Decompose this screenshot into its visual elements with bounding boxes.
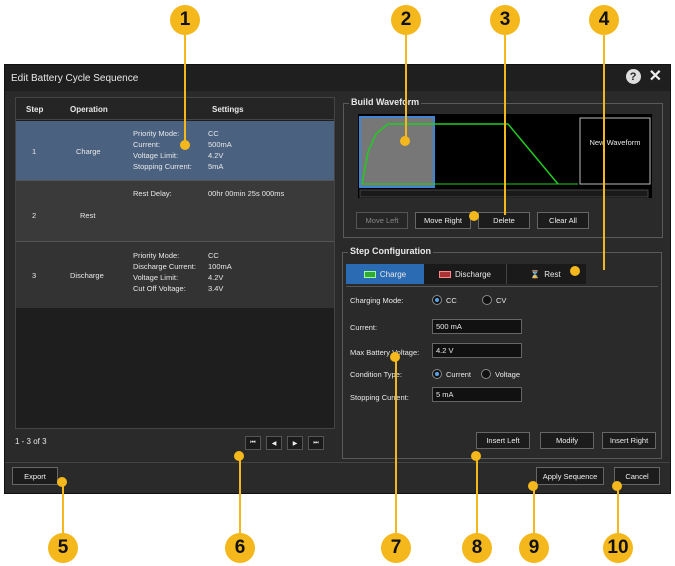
step-config-title: Step Configuration	[348, 246, 433, 256]
help-icon[interactable]: ?	[625, 69, 641, 84]
hourglass-icon: ⌛	[530, 269, 541, 279]
condition-current-label: Current	[446, 370, 472, 379]
header-settings: Settings	[212, 105, 244, 114]
current-label: Current:	[350, 323, 378, 332]
clear-all-button[interactable]: Clear All	[537, 212, 589, 229]
close-icon[interactable]: ✕	[649, 69, 662, 85]
callout-badge: 1	[170, 5, 200, 35]
setting-value: 00hr 00min 25s 000ms	[208, 189, 285, 198]
setting-label: Rest Delay:	[133, 189, 172, 198]
move-left-button[interactable]: Move Left	[356, 212, 408, 229]
move-right-button[interactable]: Move Right	[415, 212, 471, 229]
setting-value: 500mA	[208, 140, 232, 149]
stopping-current-field[interactable]: 5 mA	[432, 387, 522, 402]
title-bar: Edit Battery Cycle Sequence ? ✕	[5, 65, 670, 91]
mode-cv-radio[interactable]	[482, 295, 492, 305]
modify-button[interactable]: Modify	[540, 432, 594, 449]
setting-label: Discharge Current:	[133, 262, 196, 271]
new-waveform-label[interactable]: New Waveform	[584, 138, 646, 147]
config-tabbar: Charge Discharge ⌛ Rest	[346, 264, 586, 284]
table-row[interactable]: 1 Charge Priority Mode: CC Current: 500m…	[16, 121, 334, 180]
setting-label: Stopping Current:	[133, 162, 192, 171]
callout-badge: 6	[225, 533, 255, 563]
callout-badge: 2	[391, 5, 421, 35]
stopping-current-label: Stopping Current:	[350, 393, 409, 402]
setting-value: CC	[208, 129, 219, 138]
header-step: Step	[26, 105, 44, 114]
table-row[interactable]: 3 Discharge Priority Mode: CC Discharge …	[16, 242, 334, 308]
setting-value: 4.2V	[208, 151, 224, 160]
max-voltage-label: Max Battery Voltage:	[350, 348, 420, 357]
selected-step-block	[359, 116, 435, 188]
tab-charge[interactable]: Charge	[346, 264, 424, 284]
setting-label: Priority Mode:	[133, 251, 180, 260]
setting-value: 4.2V	[208, 273, 224, 282]
row-step: 3	[32, 271, 37, 280]
table-row[interactable]: 2 Rest Rest Delay: 00hr 00min 25s 000ms	[16, 181, 334, 241]
callout-badge: 7	[381, 533, 411, 563]
new-waveform-block	[579, 117, 651, 185]
last-page-button[interactable]: ⏭	[308, 436, 324, 450]
row-operation: Discharge	[70, 271, 104, 280]
build-waveform-title: Build Waveform	[349, 97, 422, 107]
row-operation: Charge	[76, 147, 101, 156]
mode-cc-label: CC	[446, 296, 457, 305]
table-header: Step Operation Settings	[16, 98, 334, 120]
setting-label: Current:	[133, 140, 161, 149]
first-page-button[interactable]: ⏮	[245, 436, 261, 450]
max-voltage-field[interactable]: 4.2 V	[432, 343, 522, 358]
row-step: 2	[32, 211, 37, 220]
setting-label: Priority Mode:	[133, 129, 180, 138]
mode-cv-label: CV	[496, 296, 507, 305]
tab-discharge[interactable]: Discharge	[426, 264, 504, 284]
setting-value: 100mA	[208, 262, 232, 271]
pager-count: 1 - 3 of 3	[15, 437, 47, 446]
callout-badge: 3	[490, 5, 520, 35]
condition-current-radio[interactable]	[432, 369, 442, 379]
insert-left-button[interactable]: Insert Left	[476, 432, 530, 449]
mode-cc-radio[interactable]	[432, 295, 442, 305]
condition-voltage-label: Voltage	[495, 370, 521, 379]
battery-charge-icon	[363, 270, 376, 278]
tab-rest-label: Rest	[544, 269, 561, 279]
insert-right-button[interactable]: Insert Right	[602, 432, 656, 449]
condition-voltage-radio[interactable]	[481, 369, 491, 379]
tab-discharge-label: Discharge	[454, 269, 491, 279]
callout-badge: 5	[48, 533, 78, 563]
step-table: Step Operation Settings 1 Charge Priorit…	[15, 97, 335, 429]
window-title: Edit Battery Cycle Sequence	[11, 72, 139, 84]
export-button[interactable]: Export	[12, 467, 58, 485]
battery-discharge-icon	[438, 270, 451, 278]
callout-badge: 10	[603, 533, 633, 563]
tab-charge-label: Charge	[379, 269, 407, 279]
callout-badge: 4	[589, 5, 619, 35]
setting-label: Voltage Limit:	[133, 273, 179, 282]
callout-badge: 9	[519, 533, 549, 563]
current-field[interactable]: 500 mA	[432, 319, 522, 334]
next-page-button[interactable]: ▶	[287, 436, 303, 450]
setting-label: Voltage Limit:	[133, 151, 179, 160]
callout-badge: 8	[462, 533, 492, 563]
row-operation: Rest	[80, 211, 96, 220]
header-operation: Operation	[70, 105, 108, 114]
apply-sequence-button[interactable]: Apply Sequence	[536, 467, 604, 485]
row-step: 1	[32, 147, 37, 156]
setting-label: Cut Off Voltage:	[133, 284, 186, 293]
setting-value: CC	[208, 251, 219, 260]
prev-page-button[interactable]: ◀	[266, 436, 282, 450]
setting-value: 3.4V	[208, 284, 224, 293]
charging-mode-label: Charging Mode:	[350, 296, 404, 305]
setting-value: 5mA	[208, 162, 224, 171]
